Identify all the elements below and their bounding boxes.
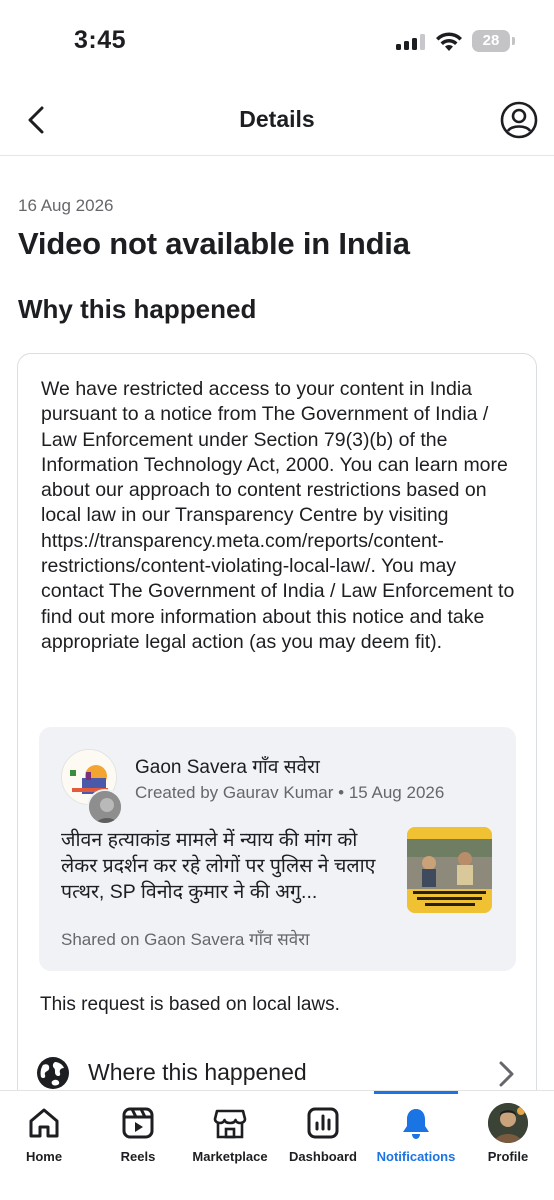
tab-dashboard-label: Dashboard: [289, 1149, 357, 1164]
bell-icon: [403, 1109, 429, 1139]
creator-avatar: [87, 789, 123, 825]
post-shared-label: Shared on Gaon Savera गाँव सवेरा: [61, 930, 310, 949]
tab-marketplace-label: Marketplace: [192, 1149, 268, 1164]
page-header-title: Details: [239, 106, 315, 132]
tab-reels-label: Reels: [120, 1149, 156, 1164]
account-circle-icon[interactable]: [500, 101, 538, 139]
local-law-note: This request is based on local laws.: [40, 994, 340, 1015]
marketplace-icon: [213, 1109, 247, 1139]
tab-notifications[interactable]: Notifications: [370, 1091, 462, 1200]
page-title: Video not available in India: [18, 226, 410, 261]
tab-profile-label: Profile: [487, 1149, 529, 1164]
globe-icon: [37, 1057, 69, 1089]
wifi-icon: [436, 32, 462, 51]
battery-indicator: 28: [472, 30, 510, 52]
profile-avatar: [488, 1103, 528, 1143]
status-bar: 3:45 28: [0, 0, 554, 84]
reels-icon: [122, 1107, 154, 1139]
notice-date: 16 Aug 2026: [18, 196, 114, 215]
restriction-details-card: We have restricted access to your conten…: [17, 353, 537, 1113]
where-this-happened-label: Where this happened: [88, 1059, 307, 1085]
post-page-name: Gaon Savera गाँव सवेरा: [135, 757, 320, 778]
cellular-signal-icon: [396, 34, 426, 50]
post-thumbnail: [407, 827, 492, 913]
tab-home[interactable]: Home: [4, 1091, 84, 1200]
notice-text: We have restricted access to your conten…: [41, 378, 515, 653]
top-header: Details: [0, 84, 554, 156]
dashboard-icon: [307, 1107, 339, 1139]
tab-notifications-label: Notifications: [376, 1149, 456, 1164]
tab-home-label: Home: [25, 1149, 63, 1164]
chevron-right-icon: [499, 1061, 514, 1087]
post-text: जीवन हत्याकांड मामले में न्याय की मांग क…: [61, 829, 376, 903]
post-meta: Created by Gaurav Kumar • 15 Aug 2026: [135, 783, 445, 802]
tab-marketplace[interactable]: Marketplace: [186, 1091, 274, 1200]
battery-tip: [512, 37, 515, 45]
home-icon: [29, 1108, 59, 1138]
status-time: 3:45: [74, 26, 127, 54]
tab-reels[interactable]: Reels: [98, 1091, 178, 1200]
tab-profile[interactable]: Profile: [468, 1091, 548, 1200]
section-title: Why this happened: [18, 294, 257, 324]
bottom-tab-bar: Home Reels Marketplace Dashboard Notific…: [0, 1090, 554, 1200]
restricted-post-preview[interactable]: Gaon Savera गाँव सवेरा Created by Gaurav…: [39, 727, 516, 971]
tab-dashboard[interactable]: Dashboard: [282, 1091, 364, 1200]
